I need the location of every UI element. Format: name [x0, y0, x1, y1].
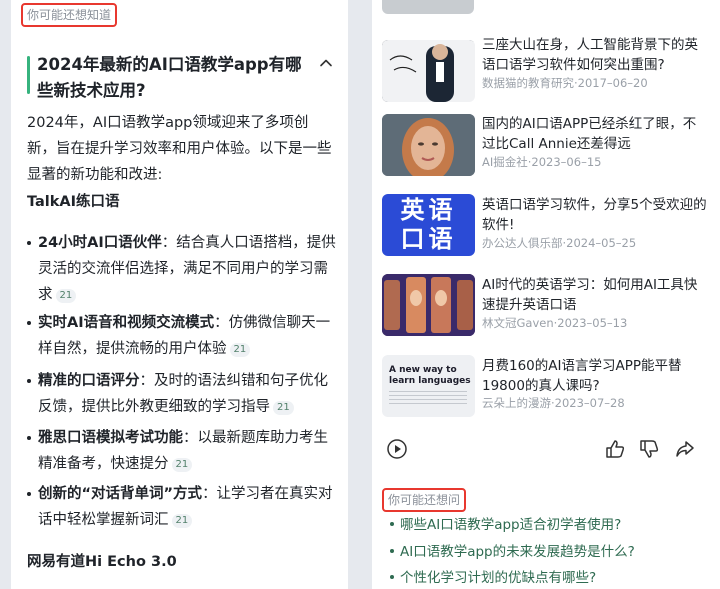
related-question-text: 个性化学习计划的优缺点有哪些?: [400, 570, 597, 586]
bullet-dot: [27, 241, 31, 245]
citation-badge[interactable]: 21: [55, 289, 77, 303]
citation-badge[interactable]: 21: [171, 458, 193, 472]
related-panel: 三座大山在身，人工智能背景下的英语口语学习软件如何突出重围? 数据猫的教育研究·…: [372, 0, 720, 589]
bullet-bold: 创新的“对话背单词”方式: [38, 486, 203, 502]
related-question[interactable]: 哪些AI口语教学app适合初学者使用?: [390, 516, 621, 534]
related-question[interactable]: 个性化学习计划的优缺点有哪些?: [390, 569, 596, 587]
citation-badge[interactable]: 21: [229, 343, 251, 357]
list-item: 实时AI语音和视频交流模式：仿佛微信聊天一样自然，提供流畅的用户体验 21: [27, 310, 337, 362]
question-accent-bar: [27, 56, 30, 94]
article-meta: AI掘金社·2023–06–15: [482, 155, 602, 169]
thumbs-down-icon[interactable]: [638, 438, 660, 460]
article-title[interactable]: 月费160的AI语言学习APP能平替19800的真人课吗?: [482, 356, 708, 396]
bullet-dot: [390, 549, 394, 553]
article-thumbnail[interactable]: [382, 40, 475, 102]
thumb-text-line: 英语: [400, 196, 457, 224]
thumbs-up-icon[interactable]: [604, 438, 626, 460]
bullet-bold: 24小时AI口语伙伴: [38, 235, 162, 251]
ai-woman-portrait-icon: [382, 114, 475, 176]
citation-badge[interactable]: 21: [171, 514, 193, 528]
share-icon[interactable]: [674, 438, 696, 460]
related-question[interactable]: AI口语教学app的未来发展趋势是什么?: [390, 543, 635, 561]
hint-tag-you-may-want-to-know: 你可能还想知道: [21, 3, 118, 27]
bullet-bold: 精准的口语评分: [38, 373, 140, 389]
list-item: 精准的口语评分：及时的语法纠错和句子优化反馈，提供比外教更细致的学习指导 21: [27, 368, 337, 420]
bullet-dot: [27, 379, 31, 383]
thumb-text-line: 口语: [400, 225, 457, 253]
list-item: 雅思口语模拟考试功能：以最新题库助力考生精准备考，快速提分 21: [27, 425, 337, 477]
chevron-up-icon[interactable]: [319, 56, 333, 70]
action-bar: [386, 438, 706, 462]
related-question-text: 哪些AI口语教学app适合初学者使用?: [400, 517, 622, 533]
ai-avatar-phones-icon: [382, 274, 475, 336]
article-meta: 云朵上的漫游·2023–07–28: [482, 396, 625, 410]
article-thumbnail[interactable]: A new way to learn languages: [382, 355, 475, 417]
article-meta: 办公达人俱乐部·2024–05–25: [482, 236, 637, 250]
article-title[interactable]: 英语口语学习软件，分享5个受欢迎的软件!: [482, 195, 708, 235]
hint-tag-you-may-want-to-ask: 你可能还想问: [382, 488, 467, 512]
related-question-text: AI口语教学app的未来发展趋势是什么?: [400, 544, 635, 560]
intro-paragraph: 2024年，AI口语教学app领域迎来了多项创新，旨在提升学习效率和用户体验。以…: [27, 115, 332, 183]
bullet-dot: [27, 321, 31, 325]
article-title[interactable]: 国内的AI口语APP已经杀红了眼，不过比Call Annie还差得远: [482, 114, 708, 154]
bullet-dot: [390, 575, 394, 579]
section-heading-hi-echo: 网易有道Hi Echo 3.0: [27, 554, 177, 570]
thumb-text-line: learn languages: [389, 376, 471, 386]
play-icon[interactable]: [386, 438, 408, 460]
article-meta: 数据猫的教育研究·2017–06–20: [482, 76, 648, 90]
bullet-dot: [27, 436, 31, 440]
citation-badge[interactable]: 21: [273, 401, 294, 415]
thumb-text-line: A new way to: [389, 365, 457, 375]
thumb-filler-lines: [389, 391, 467, 405]
bullet-dot: [390, 522, 394, 526]
article-thumbnail[interactable]: [382, 274, 475, 336]
question-title: 2024年最新的AI口语教学app有哪些新技术应用?: [37, 55, 302, 100]
bullet-bold: 实时AI语音和视频交流模式: [38, 315, 215, 331]
bullet-dot: [27, 492, 31, 496]
article-meta: 林文冠Gaven·2023–05–13: [482, 316, 628, 330]
speak-english-photo-icon: [382, 40, 475, 102]
article-thumbnail[interactable]: 英语 口语: [382, 194, 475, 256]
list-item: 24小时AI口语伙伴：结合真人口语搭档，提供灵活的交流伴侣选择，满足不同用户的学…: [27, 230, 337, 308]
article-thumbnail[interactable]: [382, 114, 475, 176]
list-item: 创新的“对话背单词”方式：让学习者在真实对话中轻松掌握新词汇 21: [27, 481, 337, 533]
article-thumbnail[interactable]: [382, 0, 474, 14]
section-heading-talkai: TalkAI练口语: [27, 194, 120, 210]
answer-panel: 你可能还想知道 2024年最新的AI口语教学app有哪些新技术应用? 2024年…: [11, 0, 348, 589]
bullet-bold: 雅思口语模拟考试功能: [38, 430, 183, 446]
article-title[interactable]: 三座大山在身，人工智能背景下的英语口语学习软件如何突出重围?: [482, 35, 708, 75]
article-title[interactable]: AI时代的英语学习：如何用AI工具快速提升英语口语: [482, 275, 708, 315]
